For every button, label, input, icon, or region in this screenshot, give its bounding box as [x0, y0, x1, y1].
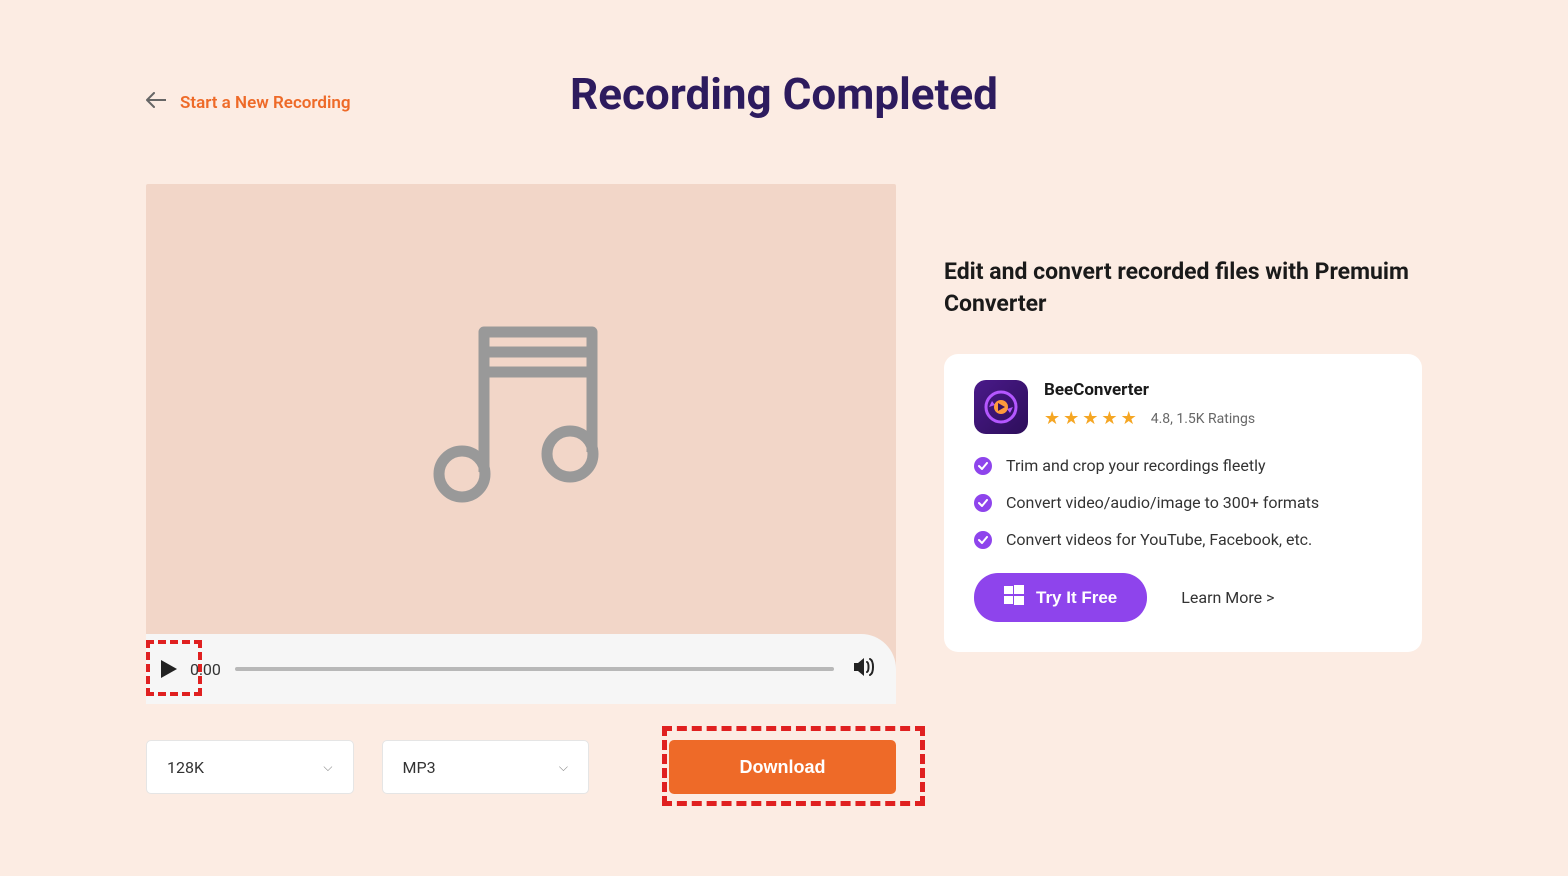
chevron-down-icon: ⌵	[323, 760, 332, 775]
sidebar-title: Edit and convert recorded files with Pre…	[944, 256, 1422, 320]
feature-text: Convert video/audio/image to 300+ format…	[1006, 493, 1319, 512]
try-button-label: Try It Free	[1036, 588, 1117, 608]
check-icon	[974, 531, 992, 549]
play-button[interactable]	[158, 658, 180, 680]
check-icon	[974, 457, 992, 475]
format-dropdown[interactable]: MP3 ⌵	[382, 740, 590, 794]
back-link-label: Start a New Recording	[180, 93, 351, 113]
rating-text: 4.8, 1.5K Ratings	[1151, 411, 1255, 427]
feature-text: Trim and crop your recordings fleetly	[1006, 456, 1266, 475]
time-display: 0:00	[190, 660, 221, 679]
feature-item: Trim and crop your recordings fleetly	[974, 456, 1392, 475]
music-note-icon	[426, 322, 616, 526]
windows-icon	[1004, 585, 1024, 610]
star-icon: ★	[1101, 408, 1117, 429]
feature-item: Convert video/audio/image to 300+ format…	[974, 493, 1392, 512]
feature-item: Convert videos for YouTube, Facebook, et…	[974, 530, 1392, 549]
feature-text: Convert videos for YouTube, Facebook, et…	[1006, 530, 1312, 549]
star-icon: ★	[1063, 408, 1079, 429]
learn-more-link[interactable]: Learn More >	[1181, 588, 1274, 607]
volume-icon[interactable]	[854, 657, 876, 681]
progress-bar[interactable]	[235, 667, 834, 671]
format-value: MP3	[403, 758, 436, 777]
back-link[interactable]: Start a New Recording	[146, 92, 351, 113]
beeconverter-app-icon	[974, 380, 1028, 434]
feature-list: Trim and crop your recordings fleetly Co…	[974, 456, 1392, 549]
check-icon	[974, 494, 992, 512]
download-button[interactable]: Download	[669, 740, 896, 794]
arrow-left-icon	[146, 92, 166, 113]
rating-stars: ★ ★ ★ ★ ★	[1044, 408, 1137, 429]
bitrate-dropdown[interactable]: 128K ⌵	[146, 740, 354, 794]
chevron-down-icon: ⌵	[559, 760, 568, 775]
promo-app-name: BeeConverter	[1044, 380, 1255, 400]
audio-player-area: 0:00	[146, 184, 896, 704]
star-icon: ★	[1082, 408, 1098, 429]
star-icon: ★	[1044, 408, 1060, 429]
bitrate-value: 128K	[167, 758, 204, 777]
star-icon: ★	[1121, 408, 1137, 429]
promo-card: BeeConverter ★ ★ ★ ★ ★ 4.8, 1.5K Ratings	[944, 354, 1422, 652]
try-free-button[interactable]: Try It Free	[974, 573, 1147, 622]
player-controls: 0:00	[146, 634, 896, 704]
